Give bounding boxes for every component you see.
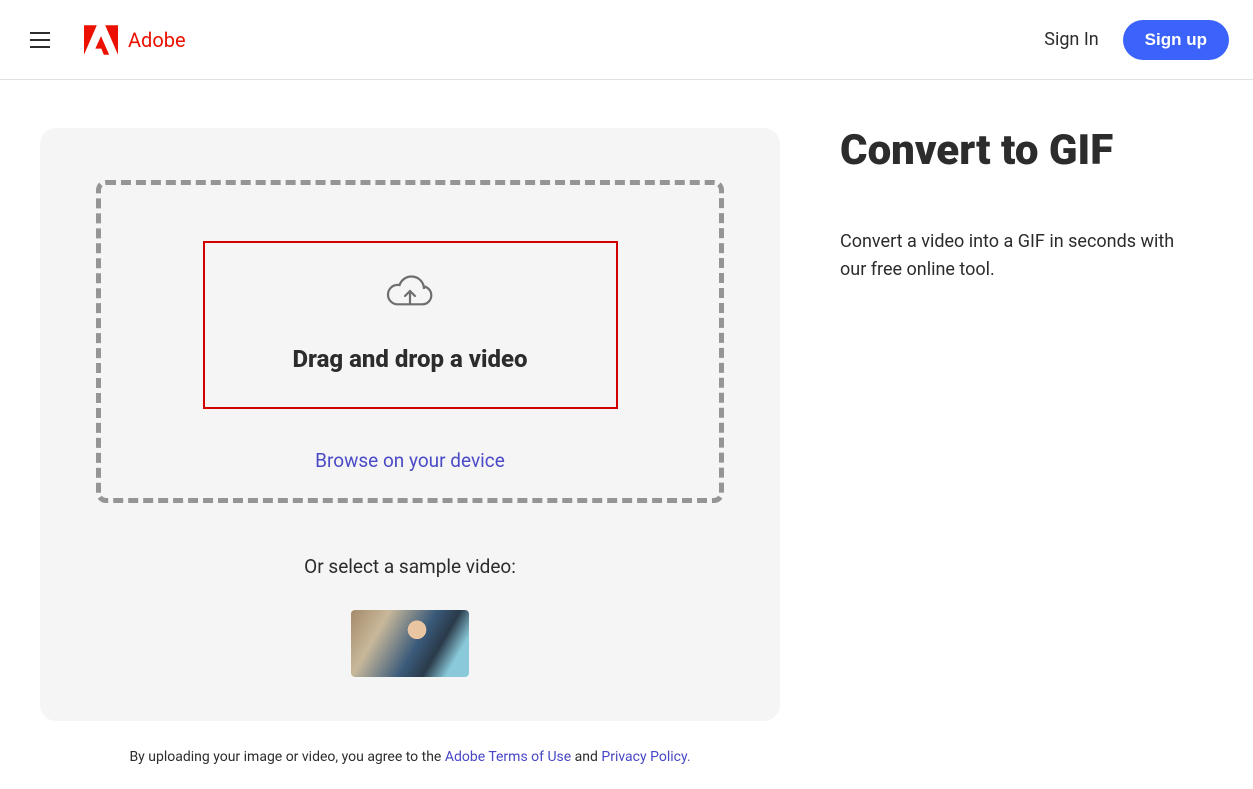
header-left: Adobe bbox=[24, 25, 186, 55]
legal-text: By uploading your image or video, you ag… bbox=[40, 749, 780, 771]
info-column: Convert to GIF Convert a video into a GI… bbox=[840, 128, 1213, 771]
dropzone-highlight: Drag and drop a video bbox=[203, 241, 618, 409]
cloud-upload-icon bbox=[386, 271, 434, 311]
adobe-logo-icon bbox=[84, 25, 118, 55]
privacy-policy-link[interactable]: Privacy Policy. bbox=[601, 749, 690, 765]
upload-card: Drag and drop a video Browse on your dev… bbox=[40, 128, 780, 721]
legal-middle: and bbox=[571, 749, 601, 765]
menu-icon[interactable] bbox=[24, 26, 56, 54]
dropzone[interactable]: Drag and drop a video Browse on your dev… bbox=[96, 180, 724, 503]
app-header: Adobe Sign In Sign up bbox=[0, 0, 1253, 80]
sign-up-button[interactable]: Sign up bbox=[1123, 20, 1229, 60]
page-subtitle: Convert a video into a GIF in seconds wi… bbox=[840, 228, 1200, 284]
terms-of-use-link[interactable]: Adobe Terms of Use bbox=[445, 749, 571, 765]
brand-name: Adobe bbox=[128, 28, 186, 52]
sample-prompt: Or select a sample video: bbox=[96, 555, 724, 578]
main-content: Drag and drop a video Browse on your dev… bbox=[0, 80, 1253, 771]
sample-section: Or select a sample video: bbox=[96, 555, 724, 681]
legal-prefix: By uploading your image or video, you ag… bbox=[129, 749, 444, 765]
browse-link[interactable]: Browse on your device bbox=[315, 449, 505, 472]
brand-logo[interactable]: Adobe bbox=[84, 25, 186, 55]
header-right: Sign In Sign up bbox=[1044, 20, 1229, 60]
dropzone-label: Drag and drop a video bbox=[292, 345, 527, 373]
sign-in-link[interactable]: Sign In bbox=[1044, 29, 1098, 50]
sample-video-thumbnail[interactable] bbox=[351, 610, 469, 677]
page-title: Convert to GIF bbox=[840, 128, 1213, 174]
upload-column: Drag and drop a video Browse on your dev… bbox=[40, 128, 780, 771]
